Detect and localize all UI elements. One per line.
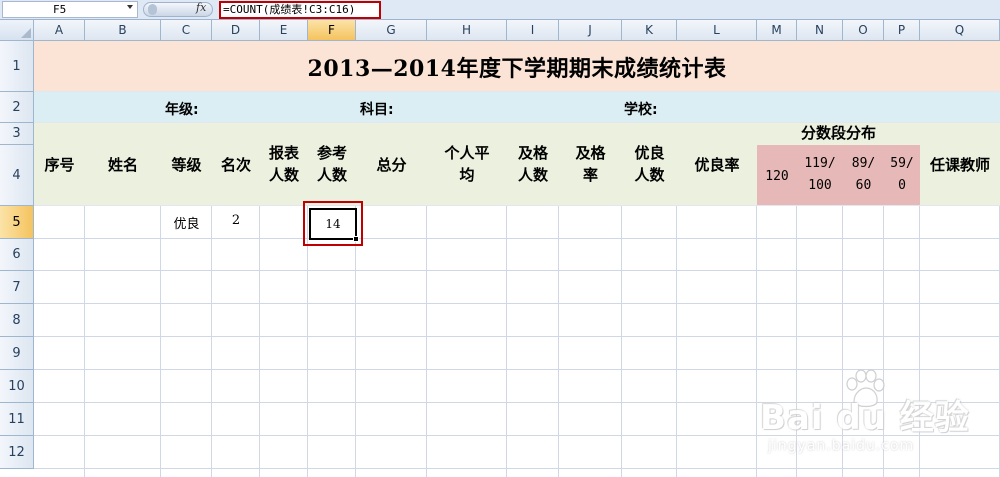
score-range-59-line2: 0 [898,178,906,193]
cell-c5[interactable]: 优良 [161,213,212,232]
watermark-url: jingyan.baidu.com [768,438,915,454]
header-passrate-1: 及格 [575,144,606,162]
row-header-3[interactable]: 3 [0,123,34,145]
column-header-c[interactable]: C [161,20,212,41]
chevron-down-icon[interactable] [127,5,133,9]
formula-input[interactable]: =COUNT(成绩表!C3:C16) [219,1,381,19]
column-header-p[interactable]: P [884,20,920,41]
column-header-l[interactable]: L [677,20,757,41]
header-passrate-2: 率 [582,166,598,184]
header-exam-2: 人数 [316,166,347,184]
header-level: 等级 [171,156,202,174]
grid-vline [621,206,622,477]
row-header-12[interactable]: 12 [0,436,34,469]
header-report-1: 报表 [268,144,299,162]
grid-vline [506,206,507,477]
grid-vline [426,206,427,477]
header-report-2: 人数 [268,166,299,184]
fill-handle[interactable] [353,236,359,242]
active-cell-f5[interactable]: 14 [309,208,357,240]
grade-label: 年级: [165,102,199,118]
header-excellent-1: 优良 [634,144,665,162]
column-header-j[interactable]: J [559,20,622,41]
header-teacher: 任课教师 [929,156,990,174]
grid-vline [756,206,757,477]
row-header-7[interactable]: 7 [0,271,34,304]
column-header-m[interactable]: M [757,20,797,41]
header-excellent-2: 人数 [634,166,665,184]
row-header-11[interactable]: 11 [0,403,34,436]
score-range-120: 120 [765,169,789,184]
header-pass-1: 及格 [517,144,548,162]
grid-vline [84,206,85,477]
header-score-dist: 分数段分布 [800,124,876,142]
baidu-watermark: Bai du 经验 jingyan.baidu.com [760,368,990,468]
column-header-f[interactable]: F [308,20,356,41]
column-header-i[interactable]: I [507,20,559,41]
header-excellent-rate: 优良率 [694,156,740,174]
grid-vline [355,206,356,477]
subject-label: 科目: [360,102,394,118]
header-seq: 序号 [44,156,75,174]
row-header-5[interactable]: 5 [0,206,34,239]
column-header-e[interactable]: E [260,20,308,41]
column-header-g[interactable]: G [356,20,427,41]
grid-hline [34,238,1000,239]
column-headers: ABCDEFGHIJKLMNOPQ [34,20,1000,41]
grid-vline [259,206,260,477]
grid-vline [211,206,212,477]
column-header-h[interactable]: H [427,20,507,41]
header-avg-1: 个人平 [444,144,490,162]
name-box[interactable]: F5 [2,1,138,18]
header-total: 总分 [376,156,407,174]
grid-vline [160,206,161,477]
grid-hline [34,303,1000,304]
header-exam-1: 参考 [316,144,347,162]
header-rank: 名次 [220,156,251,174]
score-range-89-line1: 89/ [851,156,876,171]
grid-hline [34,468,1000,469]
header-separator [34,91,1000,92]
column-header-a[interactable]: A [34,20,85,41]
header-avg-2: 均 [459,166,475,184]
formula-bar: F5 fx =COUNT(成绩表!C3:C16) [0,0,1000,20]
column-header-q[interactable]: Q [920,20,1000,41]
header-pass-2: 人数 [517,166,548,184]
grid-hline [34,336,1000,337]
score-range-59-line1: 59/ [890,156,914,171]
select-all-button[interactable] [0,20,34,41]
row-header-6[interactable]: 6 [0,239,34,271]
score-range-89-line2: 60 [855,178,872,193]
row-header-1[interactable]: 1 [0,41,34,92]
row-header-10[interactable]: 10 [0,370,34,403]
score-range-119-line2: 100 [808,178,832,193]
header-name: 姓名 [107,156,138,174]
column-header-o[interactable]: O [843,20,884,41]
column-header-k[interactable]: K [622,20,677,41]
grid-vline [558,206,559,477]
column-header-d[interactable]: D [212,20,260,41]
grid-vline [676,206,677,477]
score-range-119-line1: 119/ [804,156,836,171]
grid-hline [34,270,1000,271]
column-header-n[interactable]: N [797,20,843,41]
school-label: 学校: [624,102,658,118]
select-all-triangle-icon [21,28,31,38]
row-header-9[interactable]: 9 [0,337,34,370]
row-header-2[interactable]: 2 [0,92,34,123]
row-header-4[interactable]: 4 [0,145,34,206]
watermark-logo: Bai du 经验 [760,398,970,438]
cell-d5[interactable]: 2 [212,213,260,228]
splitter-handle-icon[interactable] [148,4,157,15]
row-header-8[interactable]: 8 [0,304,34,337]
sheet-title: 2013—2014年度下学期期末成绩统计表 [307,56,727,82]
header-separator [34,205,1000,206]
column-header-b[interactable]: B [85,20,161,41]
insert-function-icon[interactable]: fx [196,1,206,14]
grid-vline [307,206,308,477]
